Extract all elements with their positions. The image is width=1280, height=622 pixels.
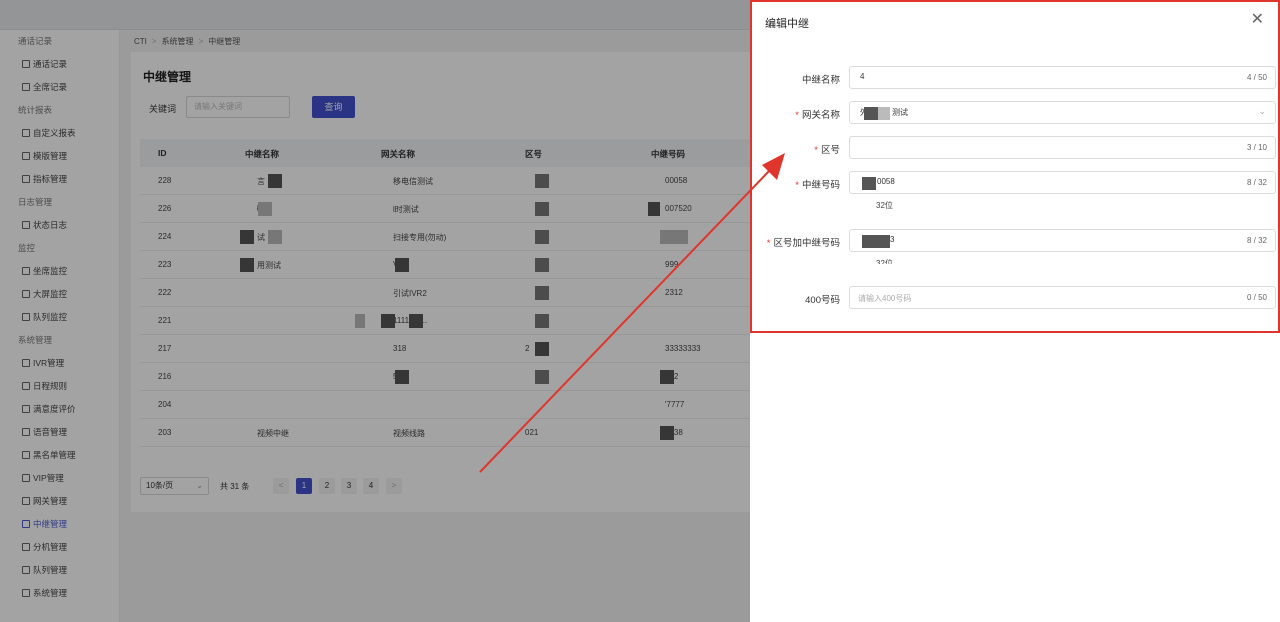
trunk-name-value: 4 bbox=[860, 72, 865, 81]
gateway-name-suffix: 测试 bbox=[892, 108, 908, 117]
number-400-label: 400号码 bbox=[805, 295, 840, 306]
gateway-name-select[interactable]: 外 测试 ⌄ bbox=[849, 101, 1276, 124]
redacted-block bbox=[878, 107, 890, 120]
trunk-name-counter: 4 / 50 bbox=[1246, 73, 1267, 82]
trunk-name-field[interactable]: 4 4 / 50 bbox=[849, 66, 1276, 89]
area-code-counter: 3 / 10 bbox=[1246, 143, 1267, 152]
redacted-block bbox=[864, 107, 878, 120]
annotation-highlight-box: 编辑中继 ✕ 中继名称 4 4 / 50 *网关名称 外 测试 ⌄ *区号 3 … bbox=[750, 0, 1280, 333]
area-trunk-number-hint: 32位 bbox=[876, 259, 893, 264]
area-code-label: * 区号 bbox=[814, 145, 840, 156]
close-icon[interactable]: ✕ bbox=[1251, 12, 1264, 28]
area-trunk-number-counter: 8 / 32 bbox=[1246, 236, 1267, 245]
area-trunk-number-value: 3 bbox=[890, 235, 895, 244]
modal-mask[interactable] bbox=[0, 0, 750, 622]
area-trunk-number-label: * 区号加中继号码 bbox=[766, 238, 840, 249]
trunk-number-label: * 中继号码 bbox=[795, 180, 840, 191]
trunk-number-field[interactable]: 0058 8 / 32 bbox=[849, 171, 1276, 194]
edit-trunk-drawer: 编辑中继 ✕ 中继名称 4 4 / 50 *网关名称 外 测试 ⌄ *区号 3 … bbox=[750, 0, 1280, 622]
gateway-name-label: * 网关名称 bbox=[795, 110, 840, 121]
number-400-placeholder: 请输入400号码 bbox=[858, 294, 912, 303]
trunk-number-value: 0058 bbox=[877, 177, 895, 186]
number-400-counter: 0 / 50 bbox=[1246, 293, 1267, 302]
redacted-block bbox=[862, 177, 876, 190]
redacted-block bbox=[862, 235, 890, 248]
drawer-title: 编辑中继 bbox=[765, 18, 809, 30]
trunk-name-label: 中继名称 bbox=[801, 75, 840, 86]
area-code-field[interactable]: 3 / 10 bbox=[849, 136, 1276, 159]
number-400-field[interactable]: 请输入400号码 0 / 50 bbox=[849, 286, 1276, 309]
chevron-down-icon: ⌄ bbox=[1258, 106, 1266, 116]
trunk-number-counter: 8 / 32 bbox=[1246, 178, 1267, 187]
area-trunk-number-field[interactable]: 3 8 / 32 bbox=[849, 229, 1276, 252]
trunk-number-hint: 32位 bbox=[876, 201, 893, 210]
